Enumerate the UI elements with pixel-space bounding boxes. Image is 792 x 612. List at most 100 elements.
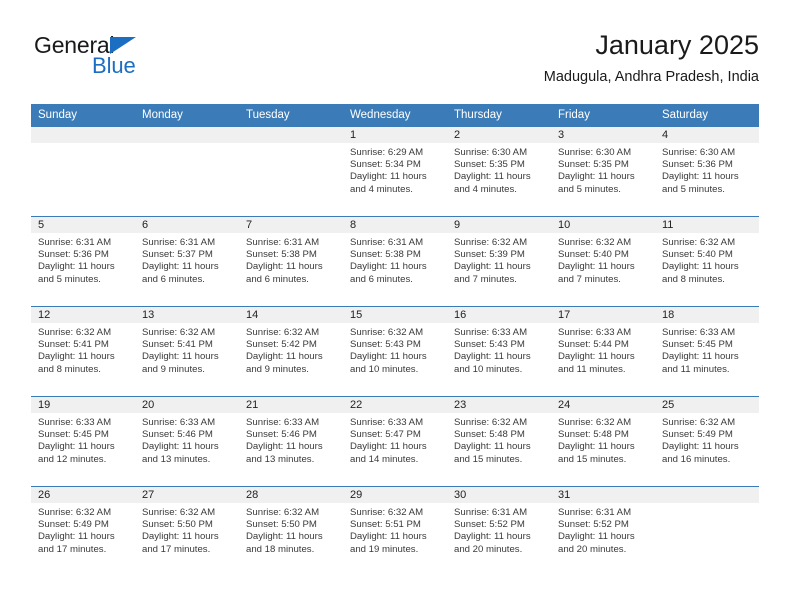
daylight-text-line1: Daylight: 11 hours bbox=[142, 441, 219, 453]
day-details: Sunrise: 6:32 AM Sunset: 5:50 PM Daylight:… bbox=[239, 503, 343, 556]
daylight-text-line2: and 20 minutes. bbox=[558, 543, 627, 555]
sunset-text: Sunset: 5:41 PM bbox=[38, 339, 109, 351]
daylight-text-line2: and 10 minutes. bbox=[454, 363, 523, 375]
daylight-text-line2: and 5 minutes. bbox=[38, 273, 101, 285]
calendar-day-cell[interactable]: 29 Sunrise: 6:32 AM Sunset: 5:51 PM Dayligh… bbox=[343, 486, 447, 577]
weekday-header-thursday: Thursday bbox=[447, 104, 551, 127]
daylight-text-line1: Daylight: 11 hours bbox=[454, 441, 531, 453]
calendar-day-cell[interactable]: 24 Sunrise: 6:32 AM Sunset: 5:48 PM Dayligh… bbox=[551, 396, 655, 487]
calendar-week-row: 5 Sunrise: 6:31 AM Sunset: 5:36 PM Daylight… bbox=[31, 216, 759, 307]
sunrise-text: Sunrise: 6:31 AM bbox=[142, 237, 216, 248]
day-details: Sunrise: 6:32 AM Sunset: 5:43 PM Daylight:… bbox=[343, 323, 447, 376]
calendar-day-cell[interactable]: 22 Sunrise: 6:33 AM Sunset: 5:47 PM Dayligh… bbox=[343, 396, 447, 487]
day-number: 19 bbox=[31, 397, 135, 413]
page-header: General Blue January 2025 Madugula, Andh… bbox=[31, 28, 759, 92]
sunset-text: Sunset: 5:43 PM bbox=[350, 339, 421, 351]
general-blue-logo[interactable]: General Blue bbox=[34, 32, 234, 88]
daylight-text-line1: Daylight: 11 hours bbox=[662, 171, 739, 183]
sunrise-text: Sunrise: 6:32 AM bbox=[246, 507, 320, 518]
sunrise-text: Sunrise: 6:32 AM bbox=[662, 417, 736, 428]
sunrise-text: Sunrise: 6:32 AM bbox=[38, 327, 112, 338]
daylight-text-line2: and 5 minutes. bbox=[662, 183, 725, 195]
day-number: 12 bbox=[31, 307, 135, 323]
sunset-text: Sunset: 5:49 PM bbox=[662, 429, 733, 441]
sunset-text: Sunset: 5:36 PM bbox=[662, 159, 733, 171]
sunset-text: Sunset: 5:43 PM bbox=[454, 339, 525, 351]
daylight-text-line1: Daylight: 11 hours bbox=[142, 261, 219, 273]
calendar-day-cell[interactable]: 14 Sunrise: 6:32 AM Sunset: 5:42 PM Dayligh… bbox=[239, 306, 343, 397]
sunrise-text: Sunrise: 6:33 AM bbox=[454, 327, 528, 338]
weekday-header-saturday: Saturday bbox=[655, 104, 759, 127]
day-details: Sunrise: 6:31 AM Sunset: 5:38 PM Daylight:… bbox=[239, 233, 343, 286]
calendar-day-cell-empty bbox=[31, 126, 135, 217]
day-details: Sunrise: 6:32 AM Sunset: 5:49 PM Daylight:… bbox=[655, 413, 759, 466]
calendar-day-cell[interactable]: 8 Sunrise: 6:31 AM Sunset: 5:38 PM Daylight… bbox=[343, 216, 447, 307]
day-details: Sunrise: 6:31 AM Sunset: 5:38 PM Daylight:… bbox=[343, 233, 447, 286]
calendar-day-cell[interactable]: 12 Sunrise: 6:32 AM Sunset: 5:41 PM Dayligh… bbox=[31, 306, 135, 397]
calendar-body: 1 Sunrise: 6:29 AM Sunset: 5:34 PM Daylight… bbox=[31, 126, 759, 577]
day-number: 27 bbox=[135, 487, 239, 503]
daylight-text-line1: Daylight: 11 hours bbox=[350, 261, 427, 273]
calendar-day-cell[interactable]: 17 Sunrise: 6:33 AM Sunset: 5:44 PM Dayligh… bbox=[551, 306, 655, 397]
calendar-day-cell[interactable]: 4 Sunrise: 6:30 AM Sunset: 5:36 PM Daylight… bbox=[655, 126, 759, 217]
day-number: 14 bbox=[239, 307, 343, 323]
calendar-day-cell[interactable]: 21 Sunrise: 6:33 AM Sunset: 5:46 PM Dayligh… bbox=[239, 396, 343, 487]
sunrise-text: Sunrise: 6:31 AM bbox=[558, 507, 632, 518]
calendar-week-row: 12 Sunrise: 6:32 AM Sunset: 5:41 PM Dayligh… bbox=[31, 306, 759, 397]
calendar-day-cell[interactable]: 1 Sunrise: 6:29 AM Sunset: 5:34 PM Daylight… bbox=[343, 126, 447, 217]
page-subtitle: Madugula, Andhra Pradesh, India bbox=[543, 69, 759, 85]
calendar-week-row: 19 Sunrise: 6:33 AM Sunset: 5:45 PM Dayligh… bbox=[31, 396, 759, 487]
calendar-day-cell[interactable]: 5 Sunrise: 6:31 AM Sunset: 5:36 PM Daylight… bbox=[31, 216, 135, 307]
calendar-day-cell[interactable]: 15 Sunrise: 6:32 AM Sunset: 5:43 PM Dayligh… bbox=[343, 306, 447, 397]
sunset-text: Sunset: 5:50 PM bbox=[246, 519, 317, 531]
daylight-text-line1: Daylight: 11 hours bbox=[350, 441, 427, 453]
daylight-text-line1: Daylight: 11 hours bbox=[350, 531, 427, 543]
daylight-text-line2: and 15 minutes. bbox=[558, 453, 627, 465]
day-number: 29 bbox=[343, 487, 447, 503]
daylight-text-line1: Daylight: 11 hours bbox=[38, 351, 115, 363]
calendar-week-row: 26 Sunrise: 6:32 AM Sunset: 5:49 PM Dayligh… bbox=[31, 486, 759, 577]
sunset-text: Sunset: 5:38 PM bbox=[350, 249, 421, 261]
calendar-day-cell[interactable]: 2 Sunrise: 6:30 AM Sunset: 5:35 PM Daylight… bbox=[447, 126, 551, 217]
calendar-day-cell[interactable]: 25 Sunrise: 6:32 AM Sunset: 5:49 PM Dayligh… bbox=[655, 396, 759, 487]
daylight-text-line2: and 6 minutes. bbox=[246, 273, 309, 285]
calendar-day-cell[interactable]: 7 Sunrise: 6:31 AM Sunset: 5:38 PM Daylight… bbox=[239, 216, 343, 307]
day-details: Sunrise: 6:33 AM Sunset: 5:47 PM Daylight:… bbox=[343, 413, 447, 466]
day-number: 26 bbox=[31, 487, 135, 503]
sunset-text: Sunset: 5:42 PM bbox=[246, 339, 317, 351]
calendar-day-cell[interactable]: 31 Sunrise: 6:31 AM Sunset: 5:52 PM Dayligh… bbox=[551, 486, 655, 577]
calendar-day-cell[interactable]: 11 Sunrise: 6:32 AM Sunset: 5:40 PM Dayligh… bbox=[655, 216, 759, 307]
calendar-day-cell[interactable]: 19 Sunrise: 6:33 AM Sunset: 5:45 PM Dayligh… bbox=[31, 396, 135, 487]
daylight-text-line1: Daylight: 11 hours bbox=[558, 261, 635, 273]
sunrise-text: Sunrise: 6:32 AM bbox=[558, 417, 632, 428]
day-number: 22 bbox=[343, 397, 447, 413]
sunrise-text: Sunrise: 6:32 AM bbox=[142, 327, 216, 338]
sunrise-text: Sunrise: 6:33 AM bbox=[38, 417, 112, 428]
day-number: 23 bbox=[447, 397, 551, 413]
calendar-day-cell[interactable]: 30 Sunrise: 6:31 AM Sunset: 5:52 PM Dayligh… bbox=[447, 486, 551, 577]
daylight-text-line1: Daylight: 11 hours bbox=[454, 261, 531, 273]
calendar-day-cell[interactable]: 16 Sunrise: 6:33 AM Sunset: 5:43 PM Dayligh… bbox=[447, 306, 551, 397]
daylight-text-line1: Daylight: 11 hours bbox=[558, 171, 635, 183]
weekday-header-wednesday: Wednesday bbox=[343, 104, 447, 127]
calendar-day-cell[interactable]: 20 Sunrise: 6:33 AM Sunset: 5:46 PM Dayligh… bbox=[135, 396, 239, 487]
calendar-day-cell[interactable]: 6 Sunrise: 6:31 AM Sunset: 5:37 PM Daylight… bbox=[135, 216, 239, 307]
calendar-day-cell[interactable]: 26 Sunrise: 6:32 AM Sunset: 5:49 PM Dayligh… bbox=[31, 486, 135, 577]
calendar-day-cell[interactable]: 13 Sunrise: 6:32 AM Sunset: 5:41 PM Dayligh… bbox=[135, 306, 239, 397]
sunrise-text: Sunrise: 6:32 AM bbox=[454, 237, 528, 248]
sunrise-text: Sunrise: 6:31 AM bbox=[38, 237, 112, 248]
daylight-text-line2: and 5 minutes. bbox=[558, 183, 621, 195]
calendar-table: Sunday Monday Tuesday Wednesday Thursday… bbox=[31, 104, 759, 577]
daylight-text-line2: and 14 minutes. bbox=[350, 453, 419, 465]
calendar-day-cell[interactable]: 28 Sunrise: 6:32 AM Sunset: 5:50 PM Dayligh… bbox=[239, 486, 343, 577]
daylight-text-line2: and 11 minutes. bbox=[662, 363, 730, 375]
calendar-day-cell[interactable]: 23 Sunrise: 6:32 AM Sunset: 5:48 PM Dayligh… bbox=[447, 396, 551, 487]
calendar-day-cell[interactable]: 18 Sunrise: 6:33 AM Sunset: 5:45 PM Dayligh… bbox=[655, 306, 759, 397]
calendar-day-cell[interactable]: 3 Sunrise: 6:30 AM Sunset: 5:35 PM Daylight… bbox=[551, 126, 655, 217]
weekday-header-monday: Monday bbox=[135, 104, 239, 127]
sunrise-text: Sunrise: 6:33 AM bbox=[246, 417, 320, 428]
calendar-day-cell[interactable]: 9 Sunrise: 6:32 AM Sunset: 5:39 PM Daylight… bbox=[447, 216, 551, 307]
calendar-day-cell[interactable]: 27 Sunrise: 6:32 AM Sunset: 5:50 PM Dayligh… bbox=[135, 486, 239, 577]
sunset-text: Sunset: 5:36 PM bbox=[38, 249, 109, 261]
calendar-day-cell[interactable]: 10 Sunrise: 6:32 AM Sunset: 5:40 PM Dayligh… bbox=[551, 216, 655, 307]
